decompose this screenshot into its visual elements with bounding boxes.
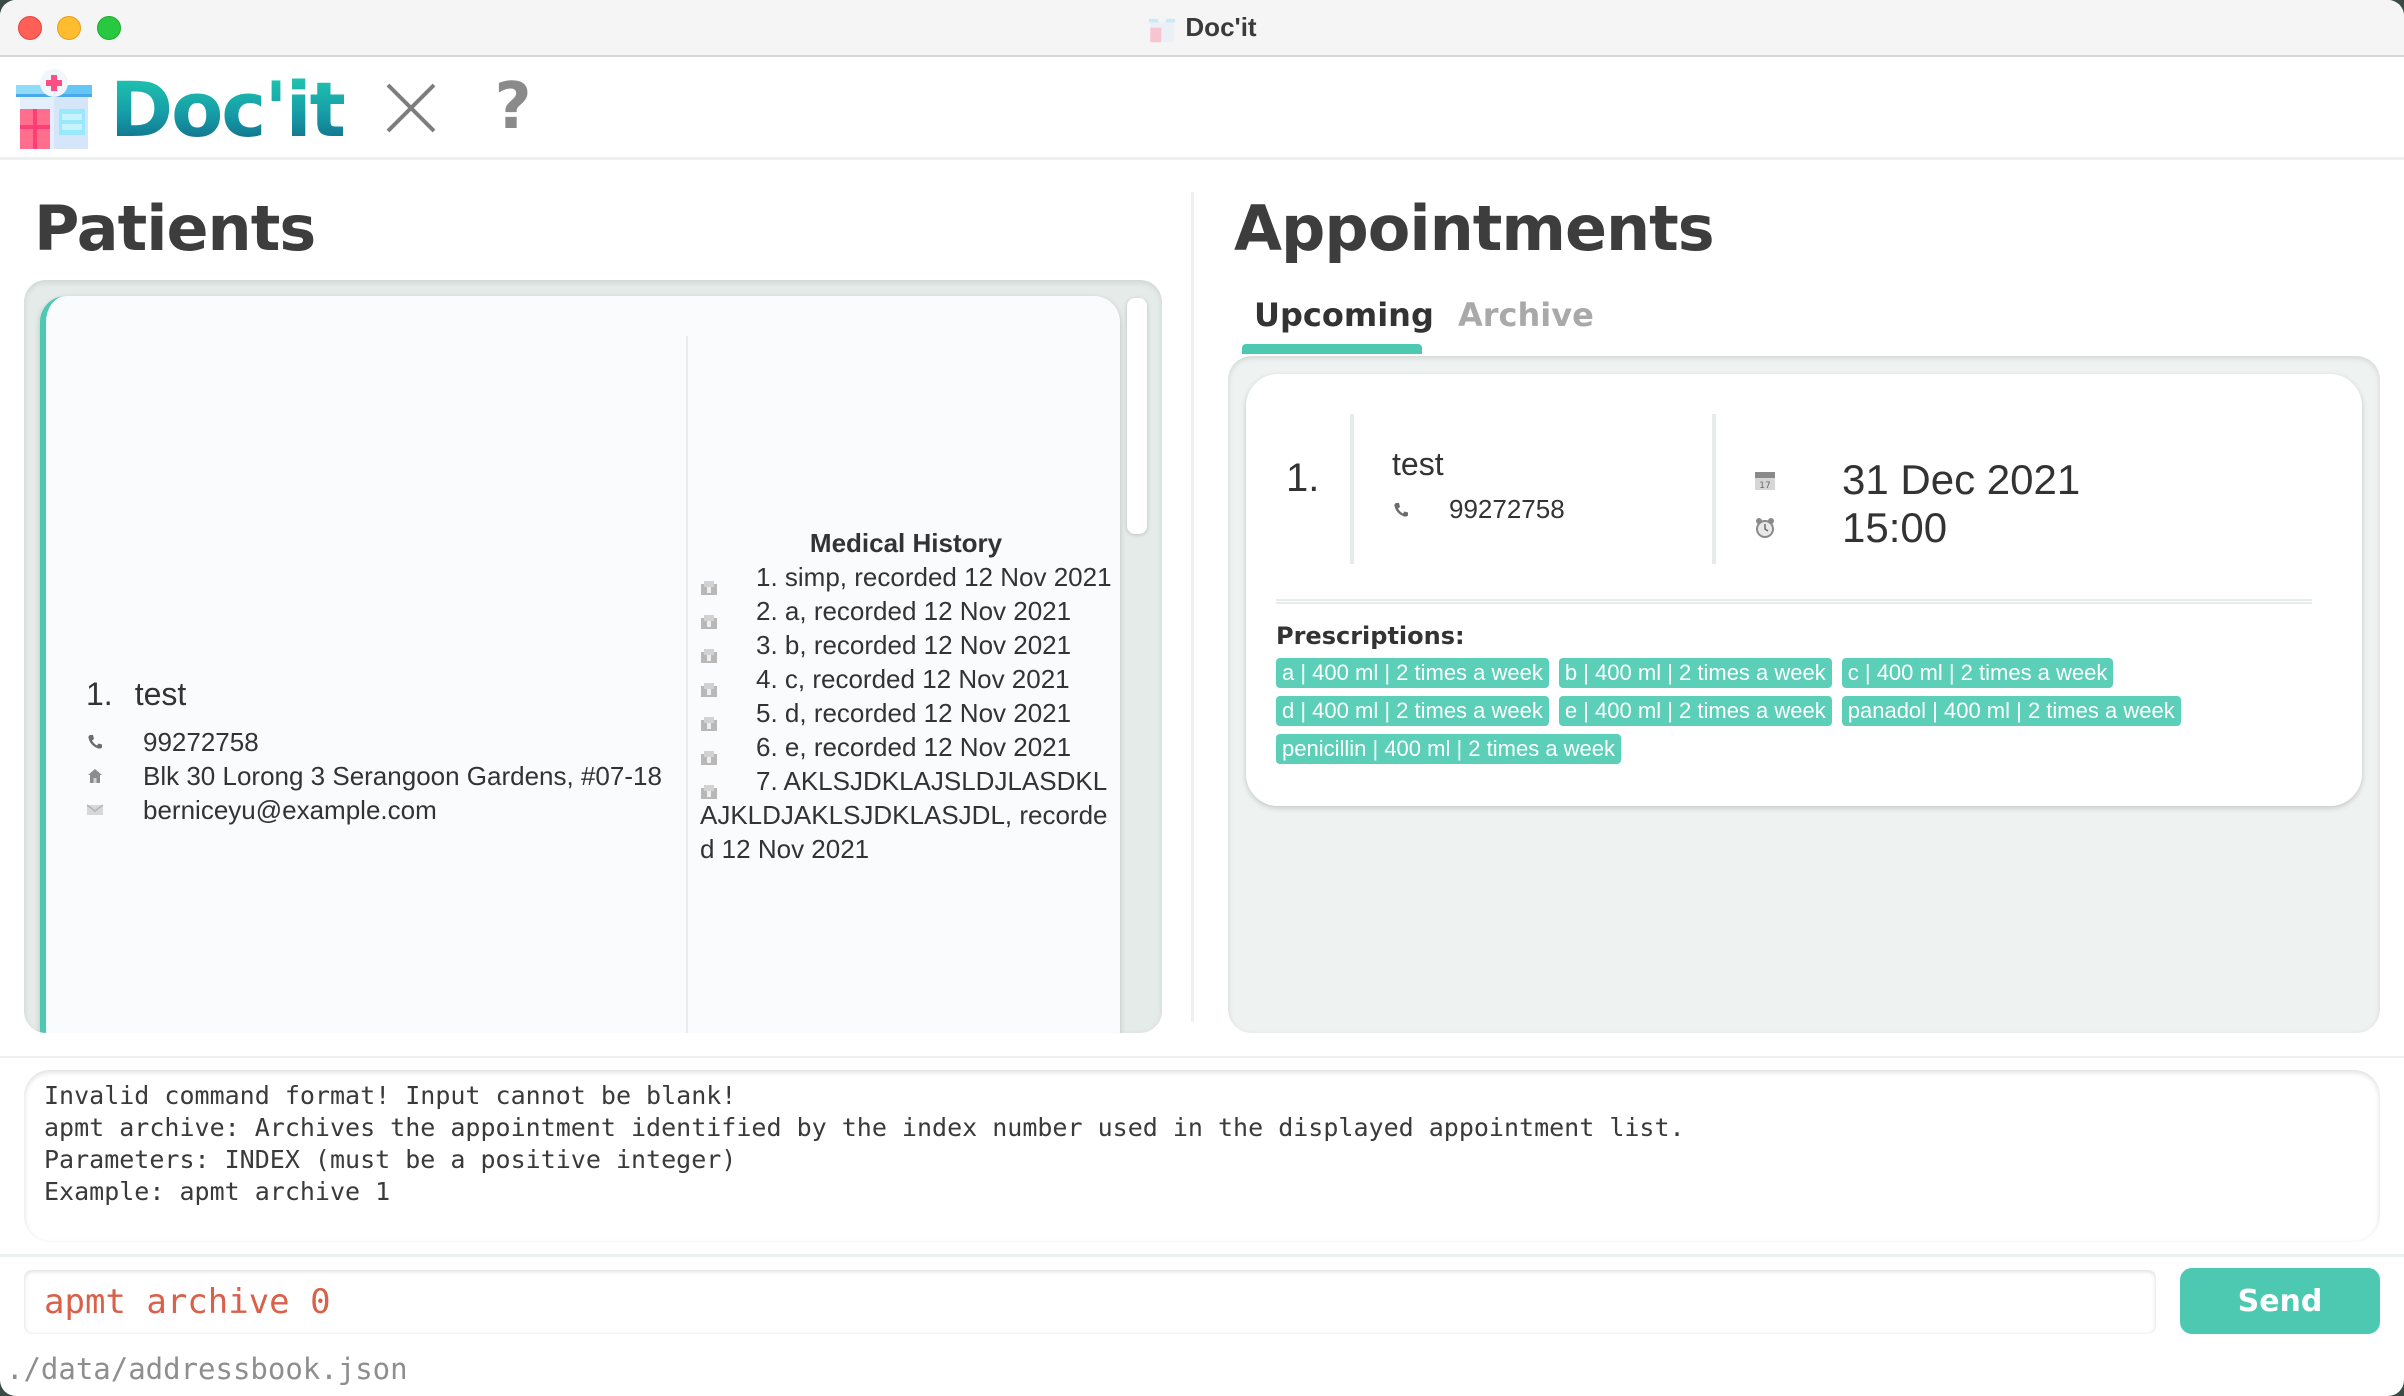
app-window: Doc'it Doc'it ? Patients 1. test 9927275…: [0, 0, 2404, 1396]
prescription-list: a | 400 ml | 2 times a week b | 400 ml | …: [1276, 658, 2336, 764]
result-line: Parameters: INDEX (must be a positive in…: [44, 1145, 737, 1174]
prescription-tag: panadol | 400 ml | 2 times a week: [1841, 696, 2181, 726]
medical-record-icon: [700, 570, 718, 595]
patients-title: Patients: [34, 192, 316, 265]
medical-history-text: 1. simp, recorded 12 Nov 2021: [756, 562, 1112, 592]
patient-index: 1.: [86, 676, 113, 712]
tab-upcoming[interactable]: Upcoming: [1242, 292, 1434, 354]
medical-record-icon: [700, 706, 718, 731]
medical-record-icon: [700, 672, 718, 697]
tab-archive[interactable]: Archive: [1446, 292, 1606, 354]
appointment-divider: [1350, 414, 1354, 564]
medical-history-text: 2. a, recorded 12 Nov 2021: [756, 596, 1072, 626]
medical-history-item: 2. a, recorded 12 Nov 2021: [700, 594, 1112, 629]
appointment-time: 15:00: [1842, 504, 1948, 551]
patient-card[interactable]: 1. test 99272758 Blk 30 Lorong 3 Serango…: [40, 296, 1120, 1033]
card-divider: [686, 336, 688, 1033]
alarm-clock-icon: [1754, 517, 1842, 539]
prescription-tag: a | 400 ml | 2 times a week: [1276, 658, 1549, 688]
medical-record-icon: [700, 774, 718, 799]
appointments-title: Appointments: [1234, 192, 1715, 265]
medical-history-text: 6. e, recorded 12 Nov 2021: [756, 732, 1072, 762]
medical-history-item: 6. e, recorded 12 Nov 2021: [700, 730, 1112, 765]
prescriptions-label: Prescriptions:: [1276, 622, 1465, 650]
patient-email-row: berniceyu@example.com: [86, 793, 706, 827]
title-bar: Doc'it: [0, 0, 2404, 57]
prescription-tag: c | 400 ml | 2 times a week: [1841, 658, 2114, 688]
prescription-tag: b | 400 ml | 2 times a week: [1558, 658, 1832, 688]
result-line: Invalid command format! Input cannot be …: [44, 1081, 737, 1110]
patient-list[interactable]: 1. test 99272758 Blk 30 Lorong 3 Serango…: [24, 280, 1162, 1033]
result-display[interactable]: Invalid command format! Input cannot be …: [24, 1070, 2380, 1242]
app-name: Doc'it: [110, 65, 346, 154]
appointment-list[interactable]: 1. test 99272758 17 31 Dec 2021 15:00 Pr…: [1228, 356, 2380, 1033]
patient-phone-row: 99272758: [86, 725, 706, 759]
patient-email: berniceyu@example.com: [143, 794, 437, 825]
prescription-tag: penicillin | 400 ml | 2 times a week: [1276, 734, 1622, 764]
patient-address: Blk 30 Lorong 3 Serangoon Gardens, #07-1…: [143, 760, 662, 791]
medical-record-icon: [700, 604, 718, 629]
window-title: Doc'it: [0, 0, 2404, 55]
app-logo-icon: [1149, 13, 1176, 42]
appointment-date-row: 17 31 Dec 2021: [1754, 456, 2080, 504]
send-button[interactable]: Send: [2180, 1268, 2380, 1334]
phone-icon: [1392, 501, 1449, 519]
appointment-patient-name: test: [1392, 446, 1444, 482]
appointment-phone: 99272758: [1449, 494, 1565, 524]
email-icon: [86, 803, 143, 817]
appointment-divider: [1712, 414, 1716, 564]
medical-record-icon: [700, 740, 718, 765]
result-line: apmt archive: Archives the appointment i…: [44, 1113, 1685, 1142]
patient-list-scrollbar[interactable]: [1127, 298, 1147, 534]
window-title-text: Doc'it: [1185, 12, 1257, 42]
status-bar-file-path: ./data/addressbook.json: [6, 1352, 408, 1386]
help-button[interactable]: ?: [488, 69, 538, 145]
result-line: Example: apmt archive 1: [44, 1177, 391, 1206]
prescription-tag: d | 400 ml | 2 times a week: [1276, 696, 1549, 726]
home-icon: [86, 767, 143, 785]
medical-history-text: 4. c, recorded 12 Nov 2021: [756, 664, 1070, 694]
panel-divider: [1191, 192, 1194, 1022]
app-logo-icon: [16, 69, 92, 149]
appointment-date: 31 Dec 2021: [1842, 456, 2081, 503]
medical-history-item: 5. d, recorded 12 Nov 2021: [700, 696, 1112, 731]
medical-history-text: 5. d, recorded 12 Nov 2021: [756, 698, 1072, 728]
medical-history-text: 7. AKLSJDKLAJSLDJLASDKLAJKLDJAKLSJDKLASJ…: [700, 766, 1108, 864]
medical-history-text: 3. b, recorded 12 Nov 2021: [756, 630, 1072, 660]
medical-history: Medical History 1. simp, recorded 12 Nov…: [700, 526, 1112, 866]
patient-name: test: [134, 676, 187, 712]
menu-bar: Doc'it ?: [0, 57, 2404, 160]
appointment-separator: [1276, 599, 2312, 604]
patient-address-row: Blk 30 Lorong 3 Serangoon Gardens, #07-1…: [86, 759, 706, 793]
divider: [0, 1056, 2404, 1058]
appointment-card[interactable]: 1. test 99272758 17 31 Dec 2021 15:00 Pr…: [1246, 374, 2362, 806]
close-x-icon[interactable]: [380, 77, 442, 139]
medical-history-item: 4. c, recorded 12 Nov 2021: [700, 662, 1112, 697]
patient-info: 1. test 99272758 Blk 30 Lorong 3 Serango…: [86, 676, 706, 827]
medical-record-icon: [700, 638, 718, 663]
prescription-tag: e | 400 ml | 2 times a week: [1558, 696, 1832, 726]
command-input[interactable]: [24, 1270, 2156, 1334]
medical-history-title: Medical History: [809, 528, 1003, 558]
svg-text:17: 17: [1759, 481, 1770, 491]
appointment-index: 1.: [1286, 456, 1320, 500]
calendar-icon: 17: [1754, 469, 1842, 491]
medical-history-item: 7. AKLSJDKLAJSLDJLASDKLAJKLDJAKLSJDKLASJ…: [700, 764, 1112, 866]
phone-icon: [86, 733, 143, 751]
appointment-time-row: 15:00: [1754, 504, 1947, 552]
patient-name-row: 1. test: [86, 676, 706, 713]
medical-history-item: 1. simp, recorded 12 Nov 2021: [700, 560, 1112, 595]
appointment-tabs: Upcoming Archive: [1242, 292, 1606, 358]
divider: [0, 1254, 2404, 1257]
medical-history-item: 3. b, recorded 12 Nov 2021: [700, 628, 1112, 663]
appointment-phone-row: 99272758: [1392, 494, 1565, 525]
patient-phone: 99272758: [143, 726, 259, 757]
